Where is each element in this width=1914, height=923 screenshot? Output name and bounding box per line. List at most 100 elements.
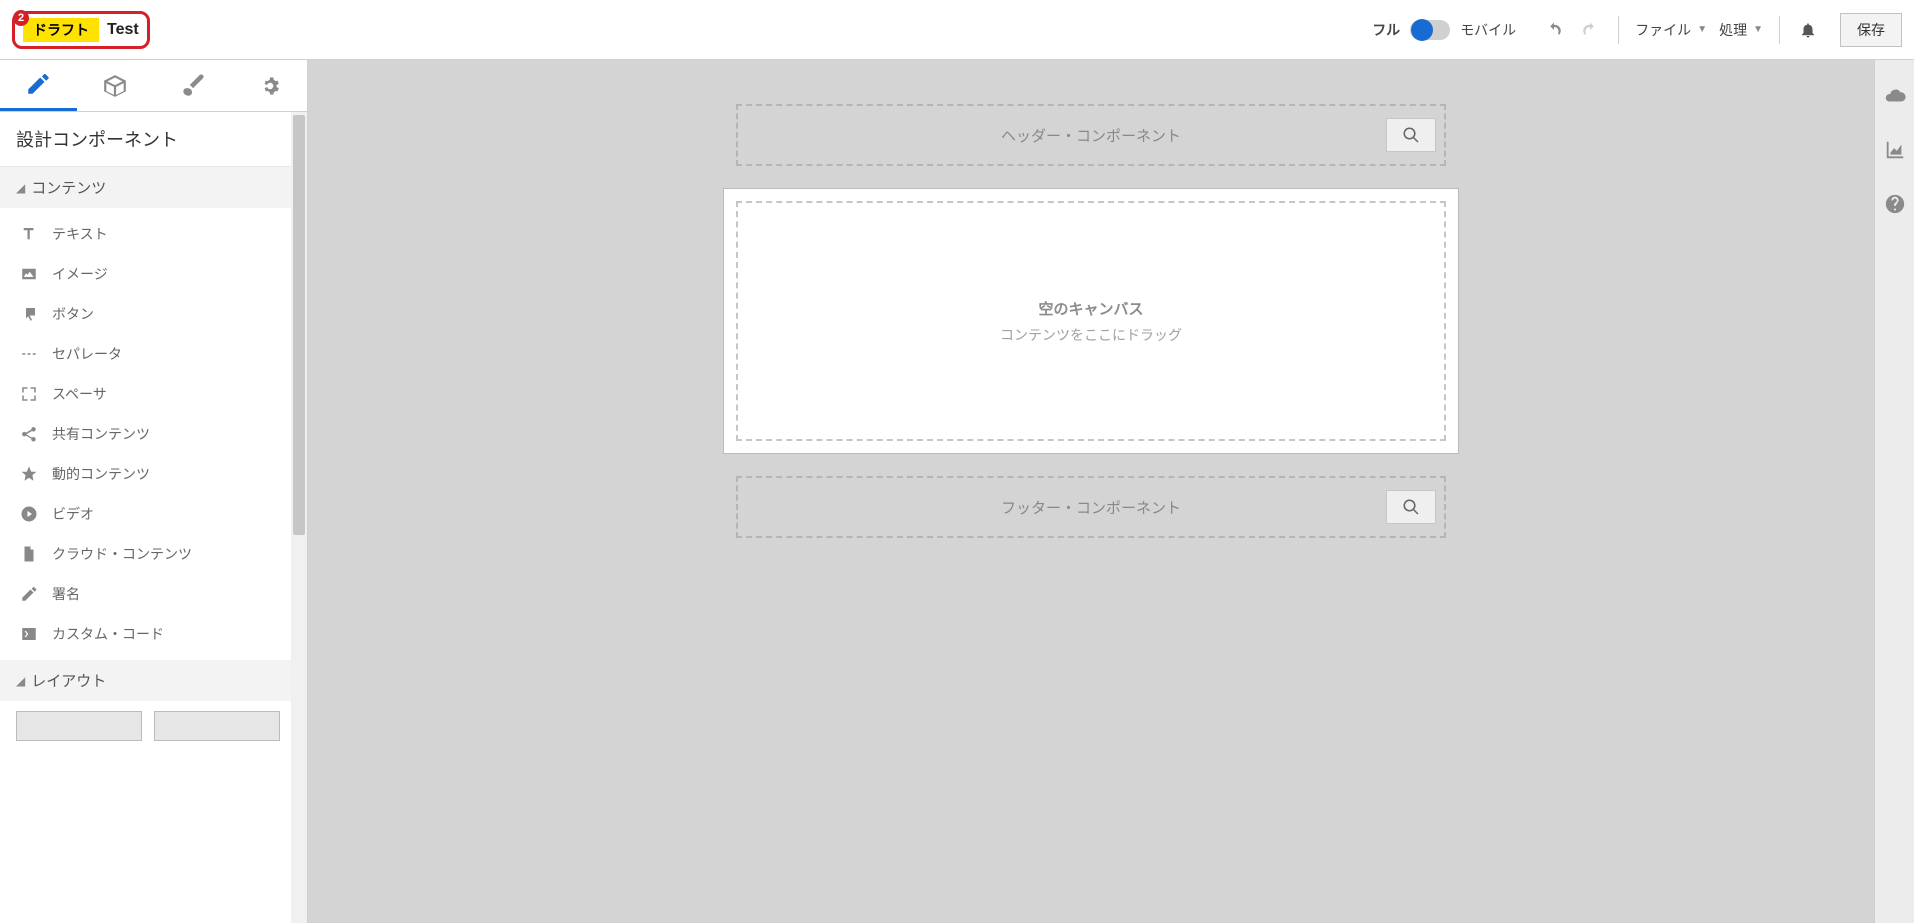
disclosure-triangle-icon: ◢ — [16, 674, 25, 688]
process-menu-label: 処理 — [1719, 20, 1747, 40]
cursor-icon — [20, 305, 38, 323]
layout-preset[interactable] — [154, 711, 280, 741]
undo-button[interactable] — [1536, 12, 1572, 48]
component-label: ビデオ — [52, 504, 94, 524]
annotation-number-badge: 2 — [13, 10, 29, 26]
component-spacer[interactable]: スペーサ — [0, 374, 307, 414]
redo-icon — [1581, 21, 1599, 39]
canvas-drop-zone[interactable]: 空のキャンバス コンテンツをここにドラッグ — [736, 201, 1446, 441]
component-separator[interactable]: セパレータ — [0, 334, 307, 374]
editor-frame: 空のキャンバス コンテンツをここにドラッグ — [723, 188, 1459, 454]
component-label: 動的コンテンツ — [52, 464, 150, 484]
component-text[interactable]: テキスト — [0, 214, 307, 254]
toolbar-divider — [1618, 16, 1619, 44]
right-rail — [1874, 60, 1914, 923]
cube-icon — [102, 73, 128, 99]
disclosure-triangle-icon: ◢ — [16, 181, 25, 195]
document-title: Test — [107, 21, 139, 39]
save-button[interactable]: 保存 — [1840, 13, 1902, 47]
component-dynamic[interactable]: 動的コンテンツ — [0, 454, 307, 494]
image-icon — [20, 265, 38, 283]
left-panel-scrollbar[interactable] — [291, 112, 307, 923]
component-label: イメージ — [52, 264, 108, 284]
caret-down-icon: ▼ — [1697, 24, 1707, 35]
gear-icon — [256, 73, 282, 99]
component-label: セパレータ — [52, 344, 122, 364]
expand-icon — [20, 385, 38, 403]
component-label: 署名 — [52, 584, 80, 604]
draft-status-chip: ドラフト — [23, 18, 99, 42]
code-block-icon — [20, 625, 38, 643]
footer-zone-inspect-button[interactable] — [1386, 490, 1436, 524]
component-shared[interactable]: 共有コンテンツ — [0, 414, 307, 454]
section-contents-header[interactable]: ◢ コンテンツ — [0, 167, 307, 208]
brush-icon — [179, 73, 205, 99]
component-video[interactable]: ビデオ — [0, 494, 307, 534]
caret-down-icon: ▼ — [1753, 24, 1763, 35]
section-contents-label: コンテンツ — [31, 177, 106, 198]
footer-zone-label: フッター・コンポーネント — [1001, 497, 1181, 518]
rail-chart-button[interactable] — [1875, 134, 1914, 166]
help-icon — [1884, 193, 1906, 215]
view-full-label: フル — [1372, 20, 1400, 40]
component-label: カスタム・コード — [52, 624, 164, 644]
canvas-area: ヘッダー・コンポーネント 空のキャンバス コンテンツをここにドラッグ フッター・… — [308, 60, 1874, 923]
tab-box[interactable] — [77, 60, 154, 111]
redo-button[interactable] — [1572, 12, 1608, 48]
component-signature[interactable]: 署名 — [0, 574, 307, 614]
section-layout-label: レイアウト — [31, 670, 106, 691]
view-mode-toggle: フル モバイル — [1372, 20, 1516, 40]
file-menu-label: ファイル — [1635, 20, 1691, 40]
chart-icon — [1884, 139, 1906, 161]
scrollbar-thumb[interactable] — [293, 115, 305, 535]
rail-help-button[interactable] — [1875, 188, 1914, 220]
file-menu[interactable]: ファイル ▼ — [1629, 16, 1713, 44]
header-zone-label: ヘッダー・コンポーネント — [1001, 125, 1181, 146]
toolbar-divider — [1779, 16, 1780, 44]
text-icon — [20, 225, 38, 243]
header-drop-zone[interactable]: ヘッダー・コンポーネント — [736, 104, 1446, 166]
undo-icon — [1545, 21, 1563, 39]
component-code[interactable]: カスタム・コード — [0, 614, 307, 654]
share-icon — [20, 425, 38, 443]
panel-title: 設計コンポーネント — [0, 112, 307, 167]
empty-canvas-subtitle: コンテンツをここにドラッグ — [1000, 325, 1182, 345]
top-bar: 2 ドラフト Test フル モバイル ファイル ▼ 処理 ▼ 保存 — [0, 0, 1914, 60]
layout-presets — [0, 701, 307, 751]
component-label: テキスト — [52, 224, 108, 244]
component-image[interactable]: イメージ — [0, 254, 307, 294]
layout-preset[interactable] — [16, 711, 142, 741]
pencil-icon — [20, 585, 38, 603]
view-mobile-label: モバイル — [1460, 20, 1516, 40]
header-zone-inspect-button[interactable] — [1386, 118, 1436, 152]
component-label: 共有コンテンツ — [52, 424, 150, 444]
bell-icon — [1799, 21, 1817, 39]
notifications-button[interactable] — [1790, 12, 1826, 48]
component-label: スペーサ — [52, 384, 107, 404]
process-menu[interactable]: 処理 ▼ — [1713, 16, 1769, 44]
magnifier-icon — [1402, 498, 1420, 516]
left-panel: 設計コンポーネント ◢ コンテンツ テキスト イメージ ボタン セパレータ スペ… — [0, 60, 308, 923]
tab-design[interactable] — [0, 60, 77, 111]
magnifier-icon — [1402, 126, 1420, 144]
empty-canvas-title: 空のキャンバス — [1038, 298, 1143, 319]
left-tabs — [0, 60, 307, 112]
rail-cloud-button[interactable] — [1875, 80, 1914, 112]
view-switch[interactable] — [1410, 20, 1450, 40]
section-layout-header[interactable]: ◢ レイアウト — [0, 660, 307, 701]
star-icon — [20, 465, 38, 483]
component-cloud[interactable]: クラウド・コンテンツ — [0, 534, 307, 574]
tab-brush[interactable] — [154, 60, 231, 111]
tab-settings[interactable] — [230, 60, 307, 111]
footer-drop-zone[interactable]: フッター・コンポーネント — [736, 476, 1446, 538]
title-badge-area: 2 ドラフト Test — [12, 11, 150, 49]
component-list: テキスト イメージ ボタン セパレータ スペーサ 共有コンテンツ 動的コンテンツ… — [0, 208, 307, 660]
play-circle-icon — [20, 505, 38, 523]
pen-square-icon — [25, 71, 51, 97]
component-label: ボタン — [52, 304, 94, 324]
component-label: クラウド・コンテンツ — [52, 544, 192, 564]
file-icon — [20, 545, 38, 563]
cloud-icon — [1884, 85, 1906, 107]
dash-icon — [20, 345, 38, 363]
component-button[interactable]: ボタン — [0, 294, 307, 334]
